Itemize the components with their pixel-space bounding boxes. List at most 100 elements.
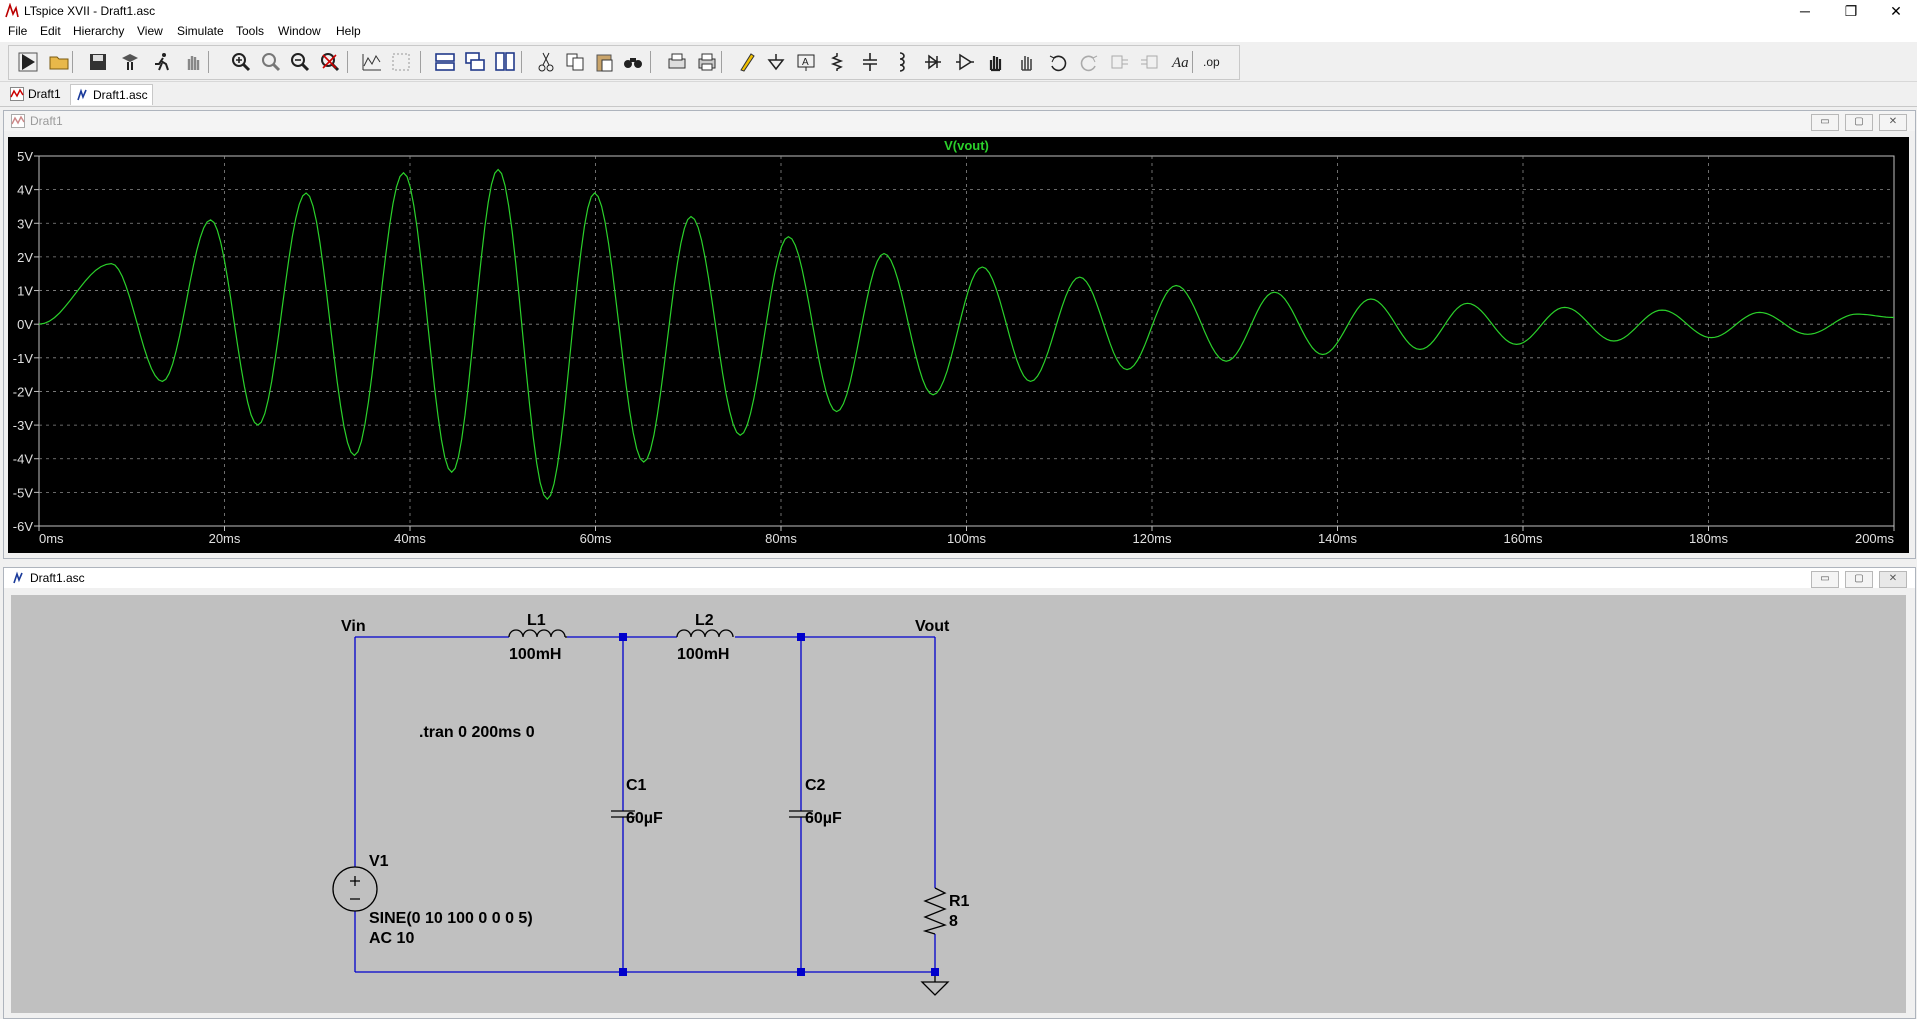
waveform-icon — [11, 114, 25, 128]
tab-label: Draft1 — [28, 87, 61, 101]
diode-icon[interactable] — [921, 50, 945, 74]
voltage-source-v1-symbol — [332, 866, 378, 912]
spice-directive[interactable]: .tran 0 200ms 0 — [419, 724, 535, 741]
waveform-icon — [10, 87, 24, 101]
v1-name[interactable]: V1 — [369, 853, 389, 870]
resistor-icon[interactable] — [825, 50, 849, 74]
schematic-drawing[interactable]: Vin Vout L1 100mH L2 100mH C1 60µF C2 60… — [11, 595, 1906, 1013]
menu-window[interactable]: Window — [278, 24, 321, 38]
zoom-in-icon[interactable] — [229, 50, 253, 74]
l2-value[interactable]: 100mH — [677, 646, 729, 663]
zoom-out-icon[interactable] — [288, 50, 312, 74]
schematic-close-button[interactable]: ✕ — [1879, 571, 1907, 588]
waveform-window-title: Draft1 — [30, 114, 63, 128]
autorange-icon[interactable] — [360, 50, 384, 74]
cut-icon[interactable] — [534, 50, 558, 74]
menu-edit[interactable]: Edit — [40, 24, 61, 38]
waveform-chart[interactable]: 0ms 20ms 40ms 60ms 80ms 100ms 120ms 140ms 160ms 1… — [8, 137, 1909, 553]
title-bar: LTspice XVII - Draft1.asc ─ ❐ ✕ — [0, 0, 1917, 22]
zoom-cancel-icon[interactable] — [318, 50, 342, 74]
rotate-icon[interactable] — [1108, 50, 1132, 74]
c1-value[interactable]: 60µF — [626, 810, 663, 827]
waveform-close-button[interactable]: ✕ — [1879, 114, 1907, 131]
run-man-icon[interactable] — [150, 50, 174, 74]
ltspice-app-icon — [5, 3, 19, 18]
tab-label: Draft1.asc — [93, 88, 148, 102]
paste-icon[interactable] — [592, 50, 616, 74]
ground-icon[interactable] — [764, 50, 788, 74]
component-icon[interactable] — [953, 50, 977, 74]
c1-name[interactable]: C1 — [626, 777, 647, 794]
menu-simulate[interactable]: Simulate — [177, 24, 224, 38]
toolbar-separator — [420, 51, 421, 73]
tile-vertical-icon[interactable] — [493, 50, 517, 74]
find-icon[interactable] — [621, 50, 645, 74]
schematic-canvas[interactable]: Vin Vout L1 100mH L2 100mH C1 60µF C2 60… — [11, 595, 1906, 1013]
inductor-icon[interactable] — [890, 50, 914, 74]
net-label-vout[interactable]: Vout — [915, 618, 950, 635]
menu-help[interactable]: Help — [336, 24, 361, 38]
save-icon[interactable] — [86, 50, 110, 74]
tab-draft1-schematic[interactable]: Draft1.asc — [70, 84, 153, 105]
zoom-full-icon[interactable] — [259, 50, 283, 74]
schematic-window-titlebar[interactable]: Draft1.asc ▭ ▢ ✕ — [4, 568, 1915, 588]
r1-value[interactable]: 8 — [949, 913, 958, 930]
wire-icon[interactable] — [735, 50, 759, 74]
c2-name[interactable]: C2 — [805, 777, 826, 794]
r1-name[interactable]: R1 — [949, 893, 970, 910]
text-icon[interactable]: Aa — [1170, 50, 1194, 74]
capacitor-icon[interactable] — [858, 50, 882, 74]
print-icon[interactable] — [695, 50, 719, 74]
waveform-window-titlebar[interactable]: Draft1 ▭ ▢ ✕ — [4, 111, 1915, 131]
toolbar-separator — [72, 51, 73, 73]
v1-ac[interactable]: AC 10 — [369, 930, 414, 947]
x-tick-label: 40ms — [394, 531, 426, 546]
waveform-maximize-button[interactable]: ▢ — [1845, 114, 1873, 131]
l2-name[interactable]: L2 — [695, 612, 714, 629]
toolbar-separator — [208, 51, 209, 73]
move-icon[interactable] — [984, 50, 1008, 74]
l1-name[interactable]: L1 — [527, 612, 546, 629]
redo-icon[interactable] — [1077, 50, 1101, 74]
menu-file[interactable]: File — [8, 24, 27, 38]
x-tick-label: 100ms — [947, 531, 987, 546]
close-button[interactable]: ✕ — [1873, 0, 1917, 22]
pan-hand-icon[interactable] — [181, 50, 205, 74]
y-tick-label: 3V — [17, 216, 33, 231]
tile-horizontal-icon[interactable] — [433, 50, 457, 74]
minimize-button[interactable]: ─ — [1782, 0, 1828, 22]
copy-icon[interactable] — [563, 50, 587, 74]
drag-icon[interactable] — [1015, 50, 1039, 74]
schematic-minimize-button[interactable]: ▭ — [1811, 571, 1839, 588]
tab-draft1-plot[interactable]: Draft1 — [6, 84, 65, 104]
inductor-l2-symbol — [676, 629, 734, 638]
undo-icon[interactable] — [1046, 50, 1070, 74]
toolbar: A Aa .op — [0, 43, 1917, 82]
waveform-minimize-button[interactable]: ▭ — [1811, 114, 1839, 131]
svg-text:.op: .op — [1203, 55, 1220, 69]
schematic-icon — [13, 571, 23, 584]
menu-hierarchy[interactable]: Hierarchy — [73, 24, 124, 38]
v1-value[interactable]: SINE(0 10 100 0 0 0 5) — [369, 910, 533, 927]
svg-text:Aa: Aa — [1171, 55, 1189, 71]
y-tick-label: -2V — [13, 384, 34, 399]
run-icon[interactable] — [16, 50, 40, 74]
trace-title: V(vout) — [944, 138, 989, 153]
schematic-maximize-button[interactable]: ▢ — [1845, 571, 1873, 588]
schematic-window-title: Draft1.asc — [30, 571, 85, 585]
l1-value[interactable]: 100mH — [509, 646, 561, 663]
net-label-vin[interactable]: Vin — [341, 618, 366, 635]
mirror-icon[interactable] — [1139, 50, 1163, 74]
menu-tools[interactable]: Tools — [236, 24, 264, 38]
menu-view[interactable]: View — [137, 24, 163, 38]
cascade-icon[interactable] — [463, 50, 487, 74]
restore-button[interactable]: ❐ — [1828, 0, 1874, 22]
waveform-plot[interactable]: 0ms 20ms 40ms 60ms 80ms 100ms 120ms 140ms 160ms 1… — [8, 137, 1909, 553]
control-panel-icon[interactable] — [118, 50, 142, 74]
open-icon[interactable] — [47, 50, 71, 74]
c2-value[interactable]: 60µF — [805, 810, 842, 827]
spice-directive-icon[interactable]: .op — [1202, 50, 1226, 74]
label-net-icon[interactable]: A — [794, 50, 818, 74]
grid-icon[interactable] — [389, 50, 413, 74]
print-setup-icon[interactable] — [665, 50, 689, 74]
